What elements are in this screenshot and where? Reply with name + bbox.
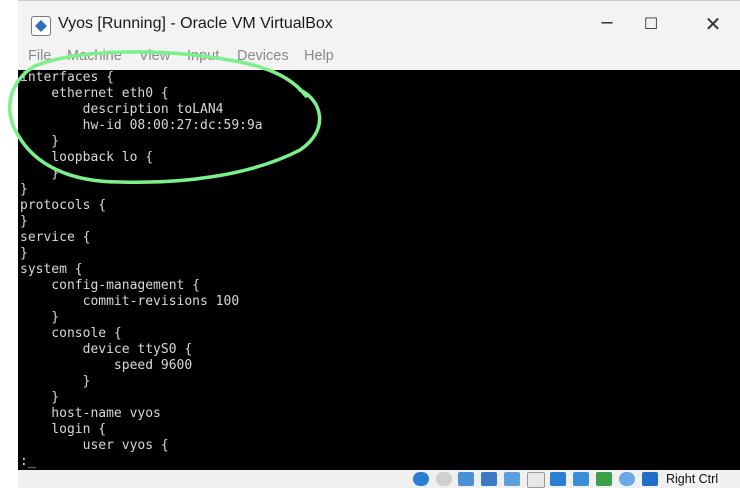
terminal-line: user vyos { xyxy=(20,438,169,453)
terminal-line: host-name vyos xyxy=(20,406,161,421)
terminal-line: } xyxy=(20,374,91,389)
terminal-line: speed 9600 xyxy=(20,358,193,373)
cdrom-icon[interactable] xyxy=(436,472,452,486)
terminal-line: interfaces { xyxy=(20,70,114,85)
menu-input[interactable]: Input xyxy=(187,48,219,64)
network-icon[interactable] xyxy=(481,472,497,486)
terminal-line: protocols { xyxy=(20,198,107,213)
audio-icon[interactable] xyxy=(458,472,474,486)
terminal-line: } xyxy=(20,246,28,261)
terminal-line: console { xyxy=(20,326,122,341)
menu-help[interactable]: Help xyxy=(304,48,334,64)
mouse-integration-icon[interactable] xyxy=(619,472,635,486)
terminal-line: commit-revisions 100 xyxy=(20,294,240,309)
terminal-line: device ttyS0 { xyxy=(20,342,193,357)
title-bar[interactable]: Vyos [Running] - Oracle VM VirtualBox ─ … xyxy=(18,0,740,45)
menu-devices[interactable]: Devices xyxy=(237,48,289,64)
host-key-label: Right Ctrl xyxy=(666,472,719,486)
menu-bar: File Machine View Input Devices Help xyxy=(18,44,740,70)
usb-icon[interactable] xyxy=(504,472,520,486)
terminal-line: description toLAN4 xyxy=(20,102,224,117)
terminal-line: loopback lo { xyxy=(20,150,154,165)
terminal-line: login { xyxy=(20,422,107,437)
virtualbox-app-icon xyxy=(31,16,51,36)
terminal-line: hw-id 08:00:27:dc:59:9a xyxy=(20,118,263,133)
terminal-line: } xyxy=(20,310,60,325)
terminal-line: config-management { xyxy=(20,278,201,293)
menu-machine[interactable]: Machine xyxy=(67,48,122,64)
terminal-line: ethernet eth0 { xyxy=(20,86,169,101)
maximize-button[interactable]: ☐ xyxy=(636,11,666,37)
status-bar: Right Ctrl xyxy=(18,470,740,488)
disk-icon[interactable] xyxy=(413,472,429,486)
shared-folder-icon[interactable] xyxy=(527,472,545,488)
terminal-line: } xyxy=(20,134,60,149)
terminal-line: } xyxy=(20,166,60,181)
close-icon: ✕ xyxy=(704,12,722,36)
menu-file[interactable]: File xyxy=(28,48,51,64)
terminal-line: } xyxy=(20,390,60,405)
recording-icon[interactable] xyxy=(573,472,589,486)
terminal-prompt[interactable]: :_ xyxy=(20,454,36,470)
terminal-line: service { xyxy=(20,230,91,245)
display-icon[interactable] xyxy=(550,472,566,486)
cpu-icon[interactable] xyxy=(596,472,612,486)
maximize-icon: ☐ xyxy=(643,14,659,33)
close-button[interactable]: ✕ xyxy=(698,11,728,37)
keyboard-icon[interactable] xyxy=(642,472,658,486)
minimize-button[interactable]: ─ xyxy=(592,11,622,37)
terminal-line: } xyxy=(20,214,28,229)
window-title: Vyos [Running] - Oracle VM VirtualBox xyxy=(58,15,333,32)
minimize-icon: ─ xyxy=(601,13,613,34)
terminal-line: system { xyxy=(20,262,83,277)
menu-view[interactable]: View xyxy=(139,48,170,64)
vm-console-screen[interactable]: interfaces { ethernet eth0 { description… xyxy=(18,70,740,470)
terminal-line: } xyxy=(20,182,28,197)
